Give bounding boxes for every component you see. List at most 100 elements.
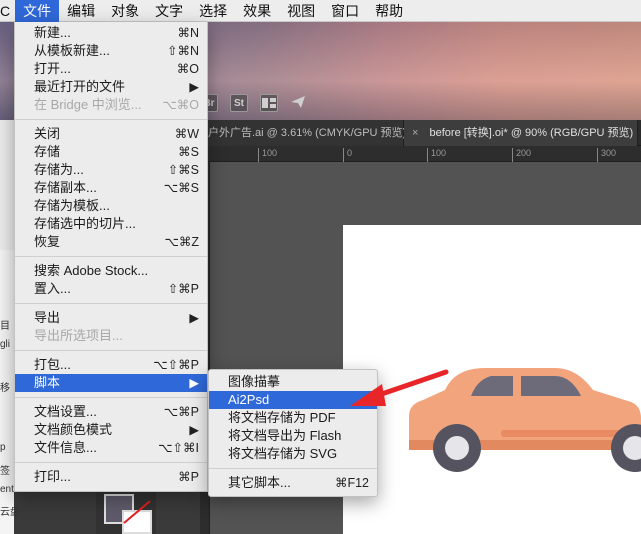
menu-edit[interactable]: 编辑 [59,0,103,22]
menu-item-label: 存储选中的切片... [34,216,136,231]
menu-separator [15,397,207,398]
menu-item-label: 打包... [34,357,71,372]
menu-item-save-as-template[interactable]: 存储为模板... [15,197,207,215]
shortcut: ⌘N [177,26,199,40]
menu-help[interactable]: 帮助 [367,0,411,22]
menu-item-save-as[interactable]: 存储为... ⇧⌘S [15,161,207,179]
ruler-tick: 100 [258,148,277,162]
menu-item-new[interactable]: 新建... ⌘N [15,24,207,42]
menu-item-browse-in-bridge: 在 Bridge 中浏览... ⌥⌘O [15,96,207,114]
menu-item-label: 存储为... [34,162,84,177]
menu-item-file-info[interactable]: 文件信息... ⌥⇧⌘I [15,439,207,457]
menu-type[interactable]: 文字 [147,0,191,22]
submenu-arrow-icon: ▶ [189,376,199,390]
annotation-arrow-icon [350,369,449,406]
stroke-color-swatch[interactable] [122,510,152,534]
menu-item-label: 存储 [34,144,61,159]
menu-item-package[interactable]: 打包... ⌥⇧⌘P [15,356,207,374]
shortcut: ⌘W [174,127,199,141]
menu-item-label: 从模板新建... [34,43,110,58]
menu-item-label: 在 Bridge 中浏览... [34,97,142,112]
menu-effect[interactable]: 效果 [235,0,279,22]
menu-object[interactable]: 对象 [103,0,147,22]
shortcut: ⇧⌘S [167,163,199,177]
shortcut: ⇧⌘N [166,44,199,58]
shortcut: ⌥⌘P [163,405,199,419]
submenu-item-export-flash[interactable]: 将文档导出为 Flash [209,427,377,445]
menu-item-document-color-mode[interactable]: 文档颜色模式 ▶ [15,421,207,439]
shortcut: ⌥⌘S [163,181,199,195]
stock-icon[interactable]: St [230,94,248,112]
menu-separator [15,119,207,120]
submenu-arrow-icon: ▶ [189,311,199,325]
file-menu: 新建... ⌘N 从模板新建... ⇧⌘N 打开... ⌘O 最近打开的文件 ▶ 在 B… [14,22,208,492]
menu-item-label: 打印... [34,469,71,484]
ruler-tick: 300 [597,148,616,162]
menu-item-open-recent[interactable]: 最近打开的文件 ▶ [15,78,207,96]
shortcut: ⌥⇧⌘P [153,358,199,372]
menu-item-print[interactable]: 打印... ⌘P [15,468,207,486]
menu-item-label: 文件信息... [34,440,97,455]
submenu-item-save-as-svg[interactable]: 将文档存储为 SVG [209,445,377,463]
menu-item-label: 打开... [34,61,71,76]
menu-item-label: 搜索 Adobe Stock... [34,263,149,278]
menu-item-save[interactable]: 存储 ⌘S [15,143,207,161]
menu-item-label: 导出所选项目... [34,328,123,343]
shortcut: ⌘O [176,62,199,76]
left-panel-label: 云盘 [0,507,20,518]
close-icon[interactable]: × [412,127,418,139]
menu-item-scripts[interactable]: 脚本 ▶ [15,374,207,392]
menu-window[interactable]: 窗口 [323,0,367,22]
app-toolbar: Br St [200,92,306,114]
menu-item-label: 新建... [34,25,71,40]
menu-bar: C 文件 编辑 对象 文字 选择 效果 视图 窗口 帮助 [0,0,641,22]
menu-item-new-from-template[interactable]: 从模板新建... ⇧⌘N [15,42,207,60]
shortcut: ⌘F12 [334,476,369,490]
left-panel-label: gli [0,339,11,350]
menu-separator [15,303,207,304]
menu-item-label: Ai2Psd [228,392,270,407]
send-icon[interactable] [290,95,306,112]
left-panel-label: 签 [0,466,10,477]
menu-item-label: 将文档存储为 SVG [228,446,338,461]
submenu-item-other-scripts[interactable]: 其它脚本... ⌘F12 [209,474,377,492]
menu-item-place[interactable]: 置入... ⇧⌘P [15,280,207,298]
menu-item-label: 导出 [34,310,61,325]
menu-item-label: 图像描摹 [228,374,281,389]
app-menu[interactable]: C [0,0,15,22]
menu-item-label: 恢复 [34,234,61,249]
shortcut: ⇧⌘P [167,282,199,296]
menu-separator [15,256,207,257]
menu-item-export-selection: 导出所选项目... [15,327,207,345]
menu-item-close[interactable]: 关闭 ⌘W [15,125,207,143]
menu-item-label: 脚本 [34,375,61,390]
menu-item-export[interactable]: 导出 ▶ [15,309,207,327]
ruler-tick: 100 [427,148,446,162]
menu-item-open[interactable]: 打开... ⌘O [15,60,207,78]
menu-item-label: 文档颜色模式 [34,422,113,437]
menu-view[interactable]: 视图 [279,0,323,22]
menu-item-label: 文档设置... [34,404,97,419]
submenu-arrow-icon: ▶ [189,80,199,94]
menu-item-save-selected-slices[interactable]: 存储选中的切片... [15,215,207,233]
menu-select[interactable]: 选择 [191,0,235,22]
menu-item-label: 最近打开的文件 [34,79,126,94]
left-panel-label: 目 [0,321,10,332]
tab-label: 户外广告.ai @ 3.61% (CMYK/GPU 预览) [208,127,407,139]
menu-item-label: 其它脚本... [228,475,291,490]
menu-item-document-setup[interactable]: 文档设置... ⌥⌘P [15,403,207,421]
shortcut: ⌘P [178,470,199,484]
arrange-documents-icon[interactable] [260,94,278,112]
ruler-tick: 0 [343,148,352,162]
tab-document-1[interactable]: 户外广告.ai @ 3.61% (CMYK/GPU 预览) [200,120,407,146]
menu-item-save-copy[interactable]: 存储副本... ⌥⌘S [15,179,207,197]
left-panel-label: p [0,442,6,453]
menu-item-search-adobe-stock[interactable]: 搜索 Adobe Stock... [15,262,207,280]
shortcut: ⌥⌘Z [164,235,199,249]
left-panel-label: ent [0,484,14,495]
menu-file[interactable]: 文件 [15,0,60,22]
menu-item-label: 存储副本... [34,180,97,195]
tab-document-2[interactable]: × before [转换].oi* @ 90% (RGB/GPU 预览) [404,120,638,146]
menu-item-revert[interactable]: 恢复 ⌥⌘Z [15,233,207,251]
horizontal-ruler: 100 0 100 200 300 [200,146,641,162]
